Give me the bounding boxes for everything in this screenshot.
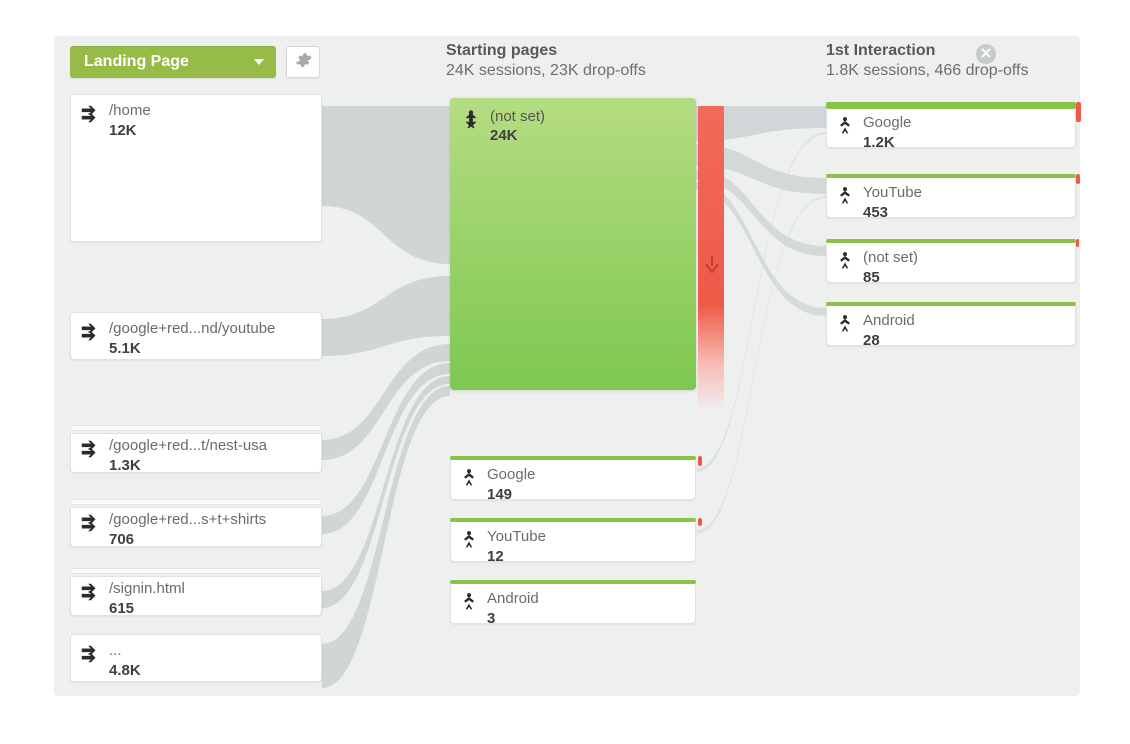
landing-page-node[interactable]: /home 12K — [70, 94, 322, 242]
first-interaction-node[interactable]: Android 28 — [826, 304, 1076, 346]
node-topbar — [450, 580, 696, 584]
node-topbar — [826, 102, 1076, 109]
node-label: Google — [487, 467, 535, 484]
starting-page-node[interactable]: Google 149 — [450, 458, 696, 500]
through-traffic-icon — [79, 581, 101, 603]
column-title: Starting pages — [446, 42, 646, 60]
first-interaction-node[interactable]: YouTube 453 — [826, 176, 1076, 218]
node-label: YouTube — [863, 185, 922, 202]
node-value: 453 — [863, 204, 922, 221]
settings-button[interactable] — [286, 46, 320, 78]
step-icon — [835, 115, 855, 135]
node-mini-bar — [70, 425, 322, 431]
through-traffic-icon — [79, 321, 101, 343]
dropoff-arrow-icon — [704, 256, 720, 279]
step-icon — [459, 467, 479, 487]
node-value: 12 — [487, 548, 546, 565]
node-value: 28 — [863, 332, 915, 349]
behavior-flow-panel: Landing Page Starting pages 24K sessions… — [54, 36, 1080, 696]
starting-page-node-primary[interactable]: (not set) 24K — [450, 98, 696, 390]
landing-page-node[interactable]: /google+red...s+t+shirts 706 — [70, 507, 322, 547]
node-topbar — [450, 456, 696, 460]
step-icon — [459, 591, 479, 611]
node-value: 5.1K — [109, 340, 275, 357]
through-traffic-icon — [79, 512, 101, 534]
node-value: 85 — [863, 269, 918, 286]
landing-page-node[interactable]: /google+red...t/nest-usa 1.3K — [70, 433, 322, 473]
dropoff-mark — [698, 518, 702, 526]
node-label: /google+red...nd/youtube — [109, 321, 275, 338]
dimension-dropdown-label: Landing Page — [84, 53, 189, 70]
dropoff-mark — [1076, 174, 1080, 184]
node-label: Google — [863, 115, 911, 132]
landing-page-node[interactable]: ... 4.8K — [70, 634, 322, 682]
step-icon — [460, 108, 482, 130]
dropoff-mark — [1076, 102, 1081, 122]
starting-page-node[interactable]: Android 3 — [450, 582, 696, 624]
step-icon — [459, 529, 479, 549]
dropoff-mark — [698, 456, 702, 466]
node-value: 615 — [109, 600, 185, 617]
first-interaction-node[interactable]: (not set) 85 — [826, 241, 1076, 283]
dimension-dropdown[interactable]: Landing Page — [70, 46, 276, 78]
caret-down-icon — [254, 59, 264, 65]
starting-page-node[interactable]: YouTube 12 — [450, 520, 696, 562]
node-value: 149 — [487, 486, 535, 503]
landing-page-node[interactable]: /google+red...nd/youtube 5.1K — [70, 312, 322, 360]
node-value: 24K — [490, 127, 545, 144]
column-header-first-interaction: 1st Interaction 1.8K sessions, 466 drop-… — [826, 42, 1029, 80]
node-topbar — [826, 302, 1076, 306]
column-subtitle: 1.8K sessions, 466 drop-offs — [826, 62, 1029, 80]
step-icon — [835, 313, 855, 333]
column-header-starting-pages: Starting pages 24K sessions, 23K drop-of… — [446, 42, 646, 80]
node-value: 706 — [109, 531, 266, 548]
node-value: 3 — [487, 610, 539, 627]
node-topbar — [826, 174, 1076, 178]
column-subtitle: 24K sessions, 23K drop-offs — [446, 62, 646, 80]
node-label: Android — [863, 313, 915, 330]
node-label: /google+red...s+t+shirts — [109, 512, 266, 529]
through-traffic-icon — [79, 643, 101, 665]
node-label: ... — [109, 643, 141, 660]
node-label: /google+red...t/nest-usa — [109, 438, 267, 455]
node-mini-bar — [70, 499, 322, 505]
node-label: Android — [487, 591, 539, 608]
node-label: YouTube — [487, 529, 546, 546]
node-label: /home — [109, 103, 151, 120]
node-value: 1.3K — [109, 457, 267, 474]
through-traffic-icon — [79, 103, 101, 125]
step-icon — [835, 250, 855, 270]
column-title: 1st Interaction — [826, 42, 1029, 60]
gear-icon — [294, 51, 312, 74]
dropoff-mark — [1076, 239, 1079, 247]
node-topbar — [826, 239, 1076, 243]
node-topbar — [450, 518, 696, 522]
node-value: 12K — [109, 122, 151, 139]
node-label: (not set) — [490, 108, 545, 125]
node-label: /signin.html — [109, 581, 185, 598]
remove-step-button[interactable] — [976, 44, 996, 64]
through-traffic-icon — [79, 438, 101, 460]
node-label: (not set) — [863, 250, 918, 267]
first-interaction-node[interactable]: Google 1.2K — [826, 106, 1076, 148]
node-mini-bar — [70, 568, 322, 574]
node-value: 1.2K — [863, 134, 911, 151]
node-value: 4.8K — [109, 662, 141, 679]
step-icon — [835, 185, 855, 205]
landing-page-node[interactable]: /signin.html 615 — [70, 576, 322, 616]
close-icon — [981, 45, 991, 63]
